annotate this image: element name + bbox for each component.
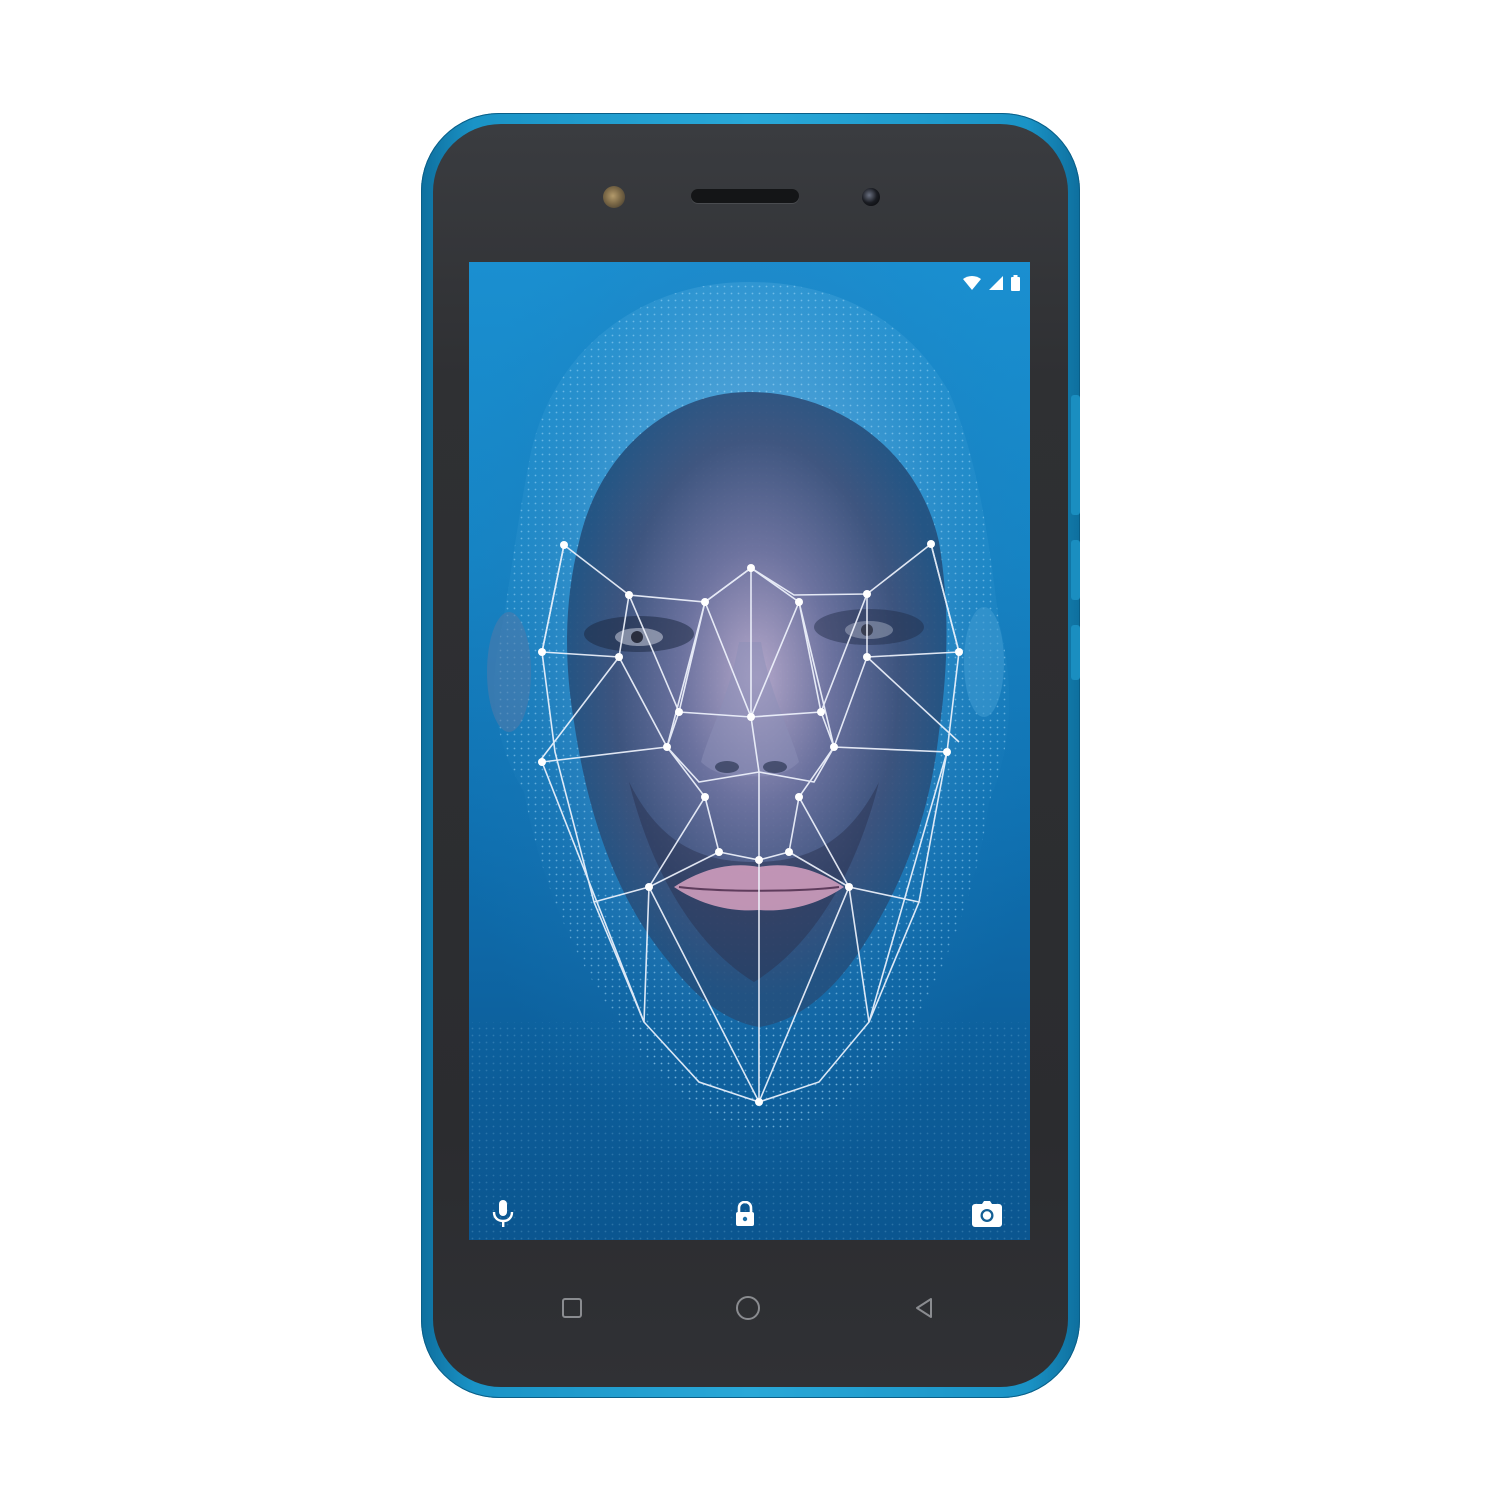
home-icon[interactable] [726,1286,770,1330]
product-photo [0,0,1500,1500]
lock-icon[interactable] [729,1198,761,1230]
back-icon[interactable] [902,1286,946,1330]
wifi-icon [963,276,981,290]
lock-screen-shortcuts [469,1184,1030,1240]
status-bar [963,272,1020,294]
power-button [1071,540,1080,600]
side-key [1071,625,1080,680]
camera-icon[interactable] [971,1198,1003,1230]
face-recognition-wallpaper [469,262,1030,1240]
microphone-icon[interactable] [487,1198,519,1230]
recent-apps-icon[interactable] [550,1286,594,1330]
earpiece-speaker [691,189,799,203]
flash-icon [603,186,625,208]
volume-button [1071,395,1080,515]
battery-icon [1011,275,1020,291]
phone-screen [469,262,1030,1240]
cellular-signal-icon [989,276,1003,290]
front-camera-icon [862,188,880,206]
